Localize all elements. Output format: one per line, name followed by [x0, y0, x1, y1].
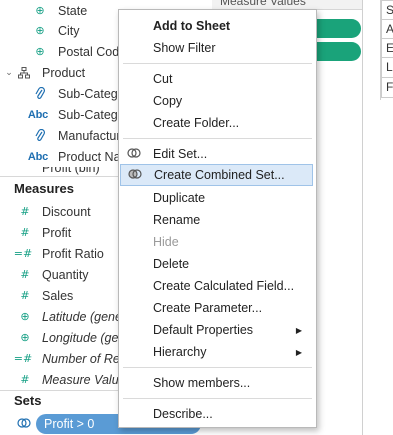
globe-icon: ⊕: [35, 25, 45, 37]
legend-item[interactable]: L: [381, 57, 393, 78]
calc-hash-icon: =#: [13, 247, 33, 260]
field-label: Profit: [42, 225, 72, 240]
menu-item-hierarchy[interactable]: Hierarchy ▶: [119, 341, 316, 363]
menu-item-add-to-sheet[interactable]: Add to Sheet: [119, 15, 316, 37]
menu-item-label: Create Combined Set...: [154, 168, 285, 182]
field-label: City: [58, 23, 80, 38]
legend-item[interactable]: F: [381, 77, 393, 98]
field-label: Postal Code: [58, 44, 127, 59]
field-label: Profit Ratio: [42, 246, 104, 261]
menu-item-label: Hide: [153, 235, 179, 249]
field-label: Product: [42, 65, 86, 80]
field-label: Profit (bin): [42, 167, 100, 175]
menu-item-describe[interactable]: Describe...: [119, 403, 316, 425]
menu-item-create-parameter[interactable]: Create Parameter...: [119, 297, 316, 319]
right-legend: S A E L F: [381, 0, 393, 100]
menu-item-label: Create Folder...: [153, 116, 240, 130]
menu-item-label: Create Parameter...: [153, 301, 263, 315]
legend-item[interactable]: S: [381, 0, 393, 21]
field-label: Sales: [42, 288, 74, 303]
bar-mark[interactable]: [312, 19, 361, 38]
menu-item-label: Show Filter: [153, 41, 216, 55]
menu-item-label: Delete: [153, 257, 190, 271]
sets-title: Sets: [14, 393, 42, 408]
submenu-arrow-icon: ▶: [295, 325, 302, 335]
measures-title: Measures: [14, 181, 74, 196]
abc-icon: Abc: [27, 108, 49, 121]
legend-item[interactable]: A: [381, 19, 393, 40]
menu-item-show-members[interactable]: Show members...: [119, 372, 316, 394]
globe-icon: ⊕: [20, 311, 30, 323]
menu-item-show-filter[interactable]: Show Filter: [119, 37, 316, 59]
calc-hash-icon: =#: [13, 352, 33, 365]
field-label: State: [58, 3, 88, 18]
set-pill-label: Profit > 0: [44, 417, 95, 431]
hierarchy-icon: [17, 66, 31, 80]
chevron-down-icon[interactable]: ⌄: [2, 66, 16, 80]
field-label: Quantity: [42, 267, 89, 282]
menu-item-label: Cut: [153, 72, 173, 86]
menu-item-create-calculated-field[interactable]: Create Calculated Field...: [119, 275, 316, 297]
submenu-arrow-icon: ▶: [295, 347, 302, 357]
menu-item-label: Default Properties: [153, 323, 254, 337]
set-icon: [17, 417, 31, 431]
menu-item-label: Create Calculated Field...: [153, 279, 295, 293]
menu-item-edit-set[interactable]: Edit Set...: [119, 143, 316, 165]
menu-item-create-folder[interactable]: Create Folder...: [119, 112, 316, 134]
globe-icon: ⊕: [35, 5, 45, 17]
context-menu: Add to Sheet Show Filter Cut Copy Create…: [118, 9, 317, 428]
measure-values-header-text: Measure Values: [220, 0, 306, 8]
menu-item-copy[interactable]: Copy: [119, 90, 316, 112]
menu-item-label: Add to Sheet: [153, 19, 231, 33]
menu-item-label: Copy: [153, 94, 183, 108]
legend-item[interactable]: E: [381, 38, 393, 59]
bar-mark[interactable]: [312, 42, 361, 61]
field-label: Discount: [42, 204, 91, 219]
menu-item-label: Rename: [153, 213, 201, 227]
menu-item-label: Duplicate: [153, 191, 206, 205]
set-icon: [127, 147, 141, 161]
combined-set-icon: [128, 168, 142, 182]
menu-item-default-properties[interactable]: Default Properties ▶: [119, 319, 316, 341]
menu-item-label: Describe...: [153, 407, 213, 421]
pane-divider: [362, 0, 363, 435]
menu-separator: [123, 398, 312, 399]
menu-item-hide: Hide: [119, 231, 316, 253]
menu-item-label: Edit Set...: [153, 147, 208, 161]
hash-icon: #: [20, 289, 30, 302]
paperclip-icon: [33, 129, 47, 143]
menu-item-label: Show members...: [153, 376, 251, 390]
menu-separator: [123, 367, 312, 368]
menu-item-label: Hierarchy: [153, 345, 207, 359]
menu-item-cut[interactable]: Cut: [119, 68, 316, 90]
menu-separator: [123, 63, 312, 64]
globe-icon: ⊕: [35, 46, 45, 58]
hash-icon: #: [20, 373, 30, 386]
menu-item-duplicate[interactable]: Duplicate: [119, 187, 316, 209]
paperclip-icon: [33, 87, 47, 101]
menu-item-delete[interactable]: Delete: [119, 253, 316, 275]
hash-icon: #: [20, 205, 30, 218]
menu-separator: [123, 138, 312, 139]
hash-icon: #: [20, 226, 30, 239]
menu-item-create-combined-set[interactable]: Create Combined Set...: [120, 164, 313, 186]
hash-icon: #: [20, 268, 30, 281]
menu-item-rename[interactable]: Rename: [119, 209, 316, 231]
abc-icon: Abc: [27, 150, 49, 163]
globe-icon: ⊕: [20, 332, 30, 344]
